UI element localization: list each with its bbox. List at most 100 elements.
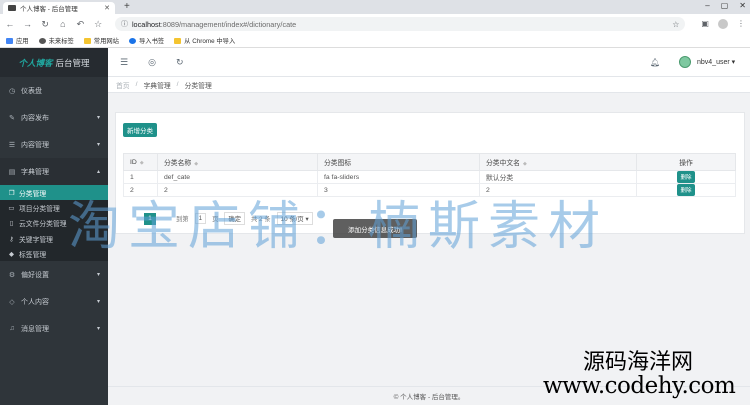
- info-icon: ⓘ: [120, 21, 128, 28]
- notification-bell-icon[interactable]: 🔔︎: [650, 58, 660, 67]
- bookmark-label: 导入书签: [138, 38, 165, 45]
- graduation-cap-icon: [8, 5, 16, 11]
- cell-actions: 删除: [636, 183, 736, 197]
- chevron-down-icon: ▾: [96, 299, 100, 306]
- sidebar-subitem-label: 标签管理: [19, 251, 47, 259]
- chevron-down-icon: ▾: [96, 272, 100, 279]
- bookmark-item[interactable]: 从 Chrome 中导入: [174, 36, 235, 45]
- new-tab-icon[interactable]: +: [124, 1, 130, 12]
- table-header-row: ID ◆ 分类名称 ◆ 分类图标 分类中文名 ◆ 操作: [123, 153, 736, 171]
- extension-icon[interactable]: ▣: [701, 19, 709, 29]
- close-tab-icon[interactable]: ✕: [104, 4, 110, 12]
- watermark-shop: 淘宝店铺：楠斯素材: [68, 197, 609, 257]
- sidebar-item-dictionary[interactable]: ▤ 字典管理 ▴: [0, 158, 108, 185]
- url-path: :8089/management/index#/dictionary/cate: [160, 19, 297, 29]
- apps-icon: [6, 37, 13, 44]
- delete-button[interactable]: 删除: [677, 184, 695, 196]
- sidebar-item-label: 内容管理: [21, 141, 49, 149]
- book-icon: ▤: [8, 168, 16, 176]
- sort-icon[interactable]: ◆: [140, 160, 144, 166]
- watermark-site-url: www.codehy.com: [543, 373, 736, 399]
- breadcrumb-separator: /: [176, 81, 179, 88]
- home-icon[interactable]: ⌂: [58, 19, 68, 29]
- back-icon[interactable]: ←: [5, 19, 15, 29]
- sort-icon[interactable]: ◆: [523, 161, 527, 167]
- breadcrumb: 首页 / 字典管理 / 分类管理: [108, 77, 750, 93]
- brand-suffix: 后台管理: [55, 57, 90, 68]
- undo-icon[interactable]: ↶: [76, 19, 86, 30]
- delete-button[interactable]: 删除: [677, 171, 695, 183]
- user-menu[interactable]: nbv4_user ▾: [697, 58, 735, 66]
- sidebar-item-label: 内容发布: [21, 114, 49, 122]
- username: nbv4_user: [697, 59, 730, 66]
- column-header-actions: 操作: [636, 153, 736, 171]
- gear-icon: ⚙: [8, 271, 16, 279]
- bookmark-item[interactable]: 未来标签: [38, 36, 74, 45]
- bookmarks-bar: 应用 未来标签 常用网站 导入书签 从 Chrome 中导入: [0, 34, 750, 48]
- bookmark-label: 应用: [16, 38, 29, 45]
- bell-icon: ♫: [9, 325, 15, 333]
- column-header-cn-name[interactable]: 分类中文名 ◆: [479, 153, 637, 171]
- sidebar-item-content[interactable]: ☰ 内容管理 ▾: [0, 131, 108, 158]
- tag-icon: ◆: [9, 250, 14, 258]
- box-icon: ▭: [8, 204, 15, 212]
- sidebar-item-publish[interactable]: ✎ 内容发布 ▾: [0, 104, 108, 131]
- sidebar-item-label: 消息管理: [21, 325, 49, 333]
- top-bar: ☰ ◎ ↻ 🔔︎ nbv4_user ▾: [108, 48, 750, 77]
- chevron-down-icon: ▾: [96, 326, 100, 333]
- sidebar-menu-lower: ⚙ 偏好设置 ▾ ◇ 个人内容 ▾ ♫ 消息管理 ▾: [0, 261, 108, 342]
- folder-icon: [174, 37, 182, 44]
- url-field[interactable]: ⓘ localhost:8089/management/index#/dicti…: [114, 17, 686, 31]
- globe-icon[interactable]: ◎: [148, 57, 156, 68]
- add-category-button[interactable]: 新增分类: [123, 123, 157, 137]
- sidebar-item-label: 偏好设置: [21, 271, 49, 279]
- folder-icon: [83, 37, 91, 44]
- bookmark-item[interactable]: 应用: [6, 36, 29, 45]
- column-header-id[interactable]: ID ◆: [123, 153, 158, 171]
- sidebar-menu: ◷ 仪表盘 ✎ 内容发布 ▾ ☰ 内容管理 ▾ ▤ 字典管理 ▴: [0, 77, 108, 185]
- close-window-icon[interactable]: ✕: [739, 1, 746, 10]
- globe-icon: [38, 37, 46, 44]
- file-icon: ▯: [9, 220, 14, 228]
- bookmark-label: 未来标签: [48, 38, 74, 45]
- sidebar-item-messages[interactable]: ♫ 消息管理 ▾: [0, 315, 108, 342]
- refresh-icon[interactable]: ↻: [176, 57, 184, 68]
- bookmark-item[interactable]: 常用网站: [83, 36, 119, 45]
- breadcrumb-home[interactable]: 首页: [116, 80, 130, 90]
- sidebar-item-preferences[interactable]: ⚙ 偏好设置 ▾: [0, 261, 108, 288]
- key-icon: ⚷: [9, 235, 14, 243]
- sidebar-subitem-label: 云文件分类管理: [19, 221, 67, 229]
- chevron-up-icon: ▴: [96, 169, 100, 175]
- minimize-icon[interactable]: –: [705, 1, 709, 10]
- cell-icon: fa fa-sliders: [317, 170, 480, 184]
- sidebar-item-label: 仪表盘: [21, 87, 42, 95]
- edit-icon: ✎: [9, 114, 15, 122]
- avatar[interactable]: [679, 56, 691, 68]
- bookmark-item[interactable]: 导入书签: [128, 36, 165, 45]
- cell-cn-name: 默认分类: [479, 170, 637, 184]
- sidebar-item-dashboard[interactable]: ◷ 仪表盘: [0, 77, 108, 104]
- browser-tab[interactable]: 个人博客 - 后台管理 ✕: [3, 2, 115, 14]
- cell-name: def_cate: [157, 170, 318, 184]
- maximize-icon[interactable]: ▢: [721, 1, 729, 10]
- cell-id: 1: [123, 170, 158, 184]
- star-outline-icon[interactable]: ☆: [93, 19, 103, 30]
- profile-avatar[interactable]: [717, 19, 728, 29]
- chevron-down-icon: ▾: [96, 142, 100, 148]
- database-icon: ☰: [8, 141, 16, 149]
- sidebar-subitem-label: 关键字管理: [19, 236, 53, 244]
- column-header-name[interactable]: 分类名称 ◆: [157, 153, 318, 171]
- menu-toggle-icon[interactable]: ☰: [120, 57, 128, 68]
- dashboard-icon: ◷: [8, 87, 16, 95]
- breadcrumb-dictionary[interactable]: 字典管理: [143, 80, 170, 90]
- address-bar-row: ← → ↻ ⌂ ↶ ☆ ⓘ localhost:8089/management/…: [0, 14, 750, 34]
- bookmark-star-icon[interactable]: ☆: [672, 20, 679, 29]
- sort-icon[interactable]: ◆: [194, 161, 198, 167]
- brand[interactable]: 个人博客 后台管理: [0, 48, 108, 77]
- sidebar-subitem-label: 项目分类管理: [19, 205, 60, 213]
- sidebar-item-personal[interactable]: ◇ 个人内容 ▾: [0, 288, 108, 315]
- gear-icon: [128, 37, 136, 44]
- menu-dots-icon[interactable]: ⋮: [737, 19, 745, 29]
- reload-icon[interactable]: ↻: [40, 19, 50, 30]
- forward-icon[interactable]: →: [23, 19, 33, 29]
